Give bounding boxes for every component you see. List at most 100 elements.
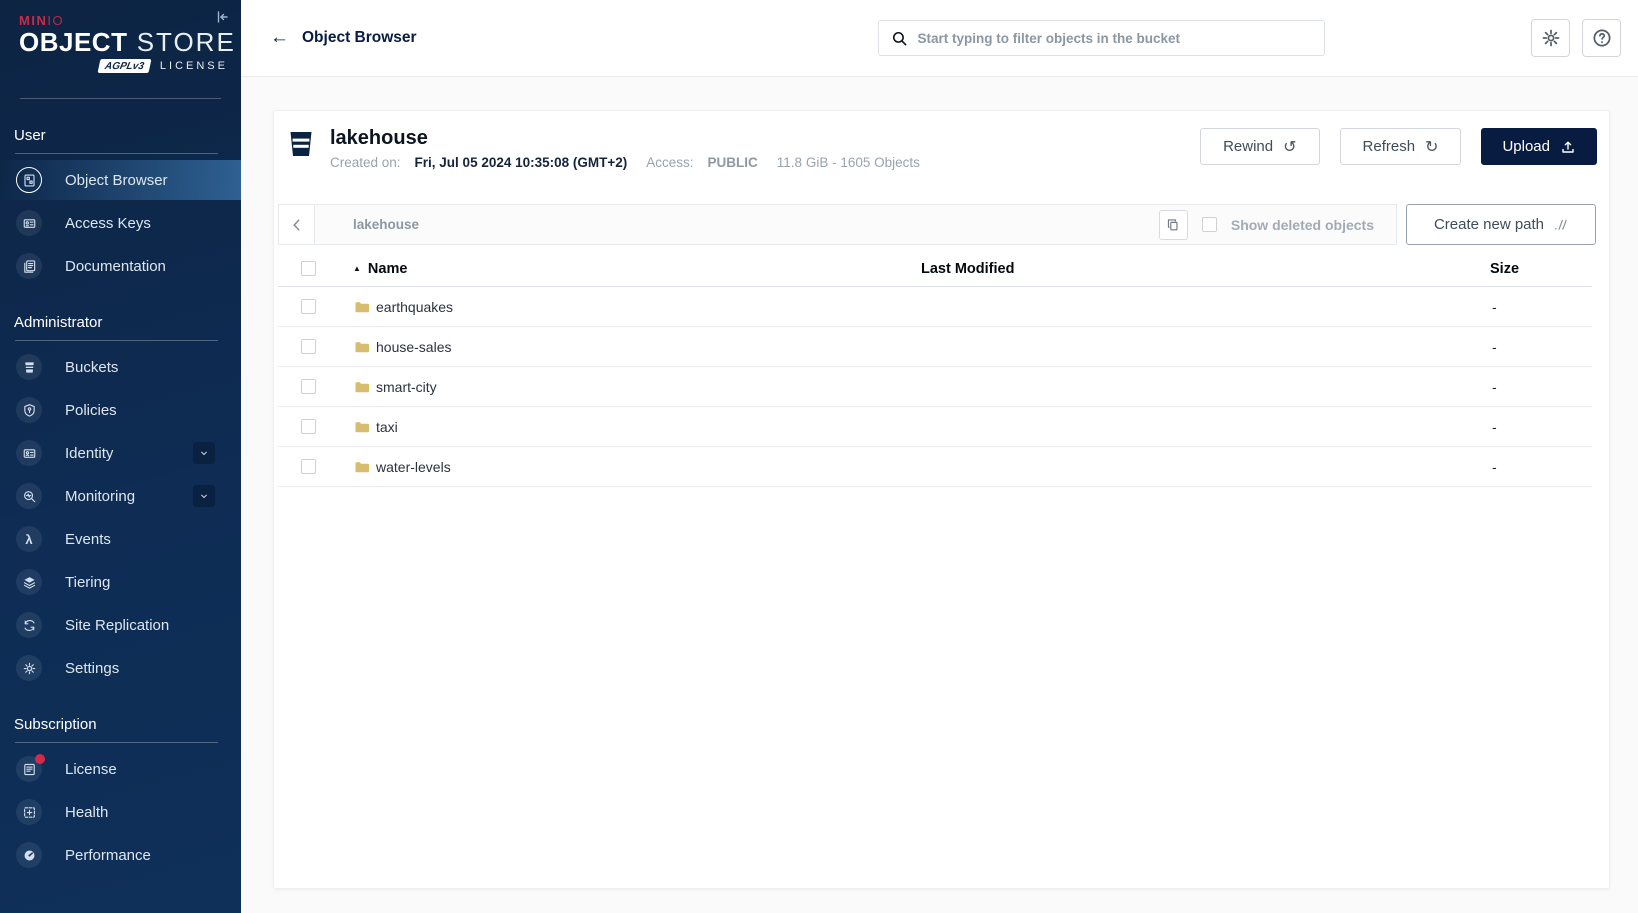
- refresh-button[interactable]: Refresh ↻: [1339, 128, 1462, 165]
- sidebar-item-events[interactable]: λ Events: [0, 519, 241, 559]
- create-new-path-button[interactable]: Create new path: [1406, 204, 1596, 245]
- health-icon: [16, 799, 42, 825]
- topbar-actions: [1531, 19, 1638, 57]
- path-strip-right: Show deleted objects: [1158, 205, 1396, 244]
- sidebar-item-monitoring[interactable]: Monitoring: [0, 476, 241, 516]
- row-checkbox[interactable]: [301, 379, 316, 394]
- rewind-icon: ↺: [1283, 138, 1297, 156]
- help-button[interactable]: [1582, 19, 1621, 57]
- brand-name: MINIO: [19, 13, 65, 28]
- sidebar-item-object-browser[interactable]: Object Browser: [0, 160, 241, 200]
- new-path-icon: [1555, 219, 1567, 230]
- sidebar-section-user: User: [14, 127, 46, 144]
- sidebar-item-label: Tiering: [65, 573, 111, 591]
- object-name: water-levels: [376, 458, 451, 475]
- events-lambda-icon: λ: [16, 526, 42, 552]
- created-value: Fri, Jul 05 2024 10:35:08 (GMT+2): [414, 155, 628, 170]
- sidebar-item-label: Access Keys: [65, 214, 151, 232]
- back-arrow-icon[interactable]: ←: [270, 27, 289, 49]
- row-size: -: [1492, 418, 1497, 435]
- object-name: house-sales: [376, 338, 452, 355]
- sidebar: MINIO OBJECT STORE AGPLv3 LICENSE User O…: [0, 0, 241, 913]
- sidebar-item-label: Documentation: [65, 257, 166, 275]
- table-row-earthquakes[interactable]: earthquakes -: [278, 287, 1592, 327]
- row-checkbox[interactable]: [301, 299, 316, 314]
- column-header-name[interactable]: ▲ Name: [334, 261, 921, 277]
- refresh-icon: ↻: [1425, 138, 1439, 156]
- select-all-checkbox[interactable]: [301, 261, 316, 276]
- top-bar: ← Object Browser: [241, 0, 1638, 77]
- sidebar-item-settings[interactable]: Settings: [0, 648, 241, 688]
- bucket-header: lakehouse Created on: Fri, Jul 05 2024 1…: [274, 111, 1609, 191]
- path-back-button[interactable]: [279, 205, 315, 244]
- upload-button[interactable]: Upload: [1481, 128, 1597, 165]
- main-area: ← Object Browser Start typing to filter …: [241, 0, 1638, 913]
- sidebar-item-access-keys[interactable]: Access Keys: [0, 203, 241, 243]
- sort-asc-icon: ▲: [353, 263, 361, 273]
- buckets-icon: [16, 354, 42, 380]
- objects-table: ▲ Name Last Modified Size earthquakes - …: [278, 251, 1592, 487]
- topbar-left: ← Object Browser: [241, 27, 671, 49]
- sidebar-item-policies[interactable]: Policies: [0, 390, 241, 430]
- sidebar-collapse-icon[interactable]: [212, 7, 232, 27]
- sidebar-item-license[interactable]: License: [0, 749, 241, 789]
- sidebar-item-label: Site Replication: [65, 616, 170, 634]
- settings-button[interactable]: [1531, 19, 1570, 57]
- created-on: Created on: Fri, Jul 05 2024 10:35:08 (G…: [330, 155, 628, 170]
- row-checkbox[interactable]: [301, 419, 316, 434]
- row-size: -: [1492, 338, 1497, 355]
- section-divider: [15, 153, 218, 154]
- bucket-stats: 11.8 GiB - 1605 Objects: [776, 155, 920, 170]
- sidebar-item-label: Settings: [65, 659, 120, 677]
- bucket-meta: Created on: Fri, Jul 05 2024 10:35:08 (G…: [330, 155, 920, 170]
- sidebar-item-tiering[interactable]: Tiering: [0, 562, 241, 602]
- sidebar-item-documentation[interactable]: Documentation: [0, 246, 241, 286]
- search-box[interactable]: [877, 20, 1325, 56]
- bucket-info: lakehouse Created on: Fri, Jul 05 2024 1…: [330, 127, 920, 170]
- table-row-house-sales[interactable]: house-sales -: [278, 327, 1592, 367]
- search-icon: [892, 31, 906, 45]
- license-icon: [16, 754, 45, 782]
- column-header-size[interactable]: Size: [1490, 261, 1592, 277]
- bucket-name: lakehouse: [330, 127, 428, 149]
- documentation-icon: [16, 253, 42, 279]
- monitoring-icon: [16, 483, 42, 509]
- sidebar-item-buckets[interactable]: Buckets: [0, 347, 241, 387]
- table-row-water-levels[interactable]: water-levels -: [278, 447, 1592, 487]
- column-header-last-modified[interactable]: Last Modified: [921, 261, 1490, 277]
- sidebar-item-health[interactable]: Health: [0, 792, 241, 832]
- agpl-badge: AGPLv3: [97, 59, 152, 73]
- help-icon: [1593, 29, 1610, 47]
- copy-icon: [1168, 218, 1178, 230]
- table-row-smart-city[interactable]: smart-city -: [278, 367, 1592, 407]
- sidebar-item-site-replication[interactable]: Site Replication: [0, 605, 241, 645]
- copy-path-button[interactable]: [1158, 209, 1188, 240]
- access-info: Access: PUBLIC: [646, 155, 758, 170]
- table-row-taxi[interactable]: taxi -: [278, 407, 1592, 447]
- object-name: earthquakes: [376, 298, 454, 315]
- gear-icon: [1542, 29, 1559, 47]
- folder-icon: [355, 461, 369, 472]
- search-input[interactable]: [917, 30, 1312, 46]
- row-size: -: [1492, 378, 1497, 395]
- object-name: taxi: [376, 418, 398, 435]
- sidebar-item-label: Events: [65, 530, 111, 548]
- rewind-button[interactable]: Rewind ↺: [1200, 128, 1320, 165]
- sidebar-item-performance[interactable]: Performance: [0, 835, 241, 875]
- sidebar-item-label: Object Browser: [65, 171, 168, 189]
- bucket-card: lakehouse Created on: Fri, Jul 05 2024 1…: [273, 110, 1610, 889]
- license-alert-dot: [35, 754, 45, 764]
- site-replication-icon: [16, 612, 42, 638]
- chevron-down-icon[interactable]: [193, 442, 215, 464]
- search-area: [671, 20, 1531, 56]
- content: lakehouse Created on: Fri, Jul 05 2024 1…: [241, 77, 1638, 913]
- sidebar-section-administrator: Administrator: [14, 314, 103, 331]
- chevron-down-icon[interactable]: [193, 485, 215, 507]
- sidebar-item-identity[interactable]: Identity: [0, 433, 241, 473]
- page-title: Object Browser: [302, 29, 417, 46]
- row-checkbox[interactable]: [301, 459, 316, 474]
- show-deleted-checkbox[interactable]: [1201, 217, 1217, 232]
- row-checkbox[interactable]: [301, 339, 316, 354]
- folder-icon: [355, 381, 369, 392]
- folder-icon: [355, 301, 369, 312]
